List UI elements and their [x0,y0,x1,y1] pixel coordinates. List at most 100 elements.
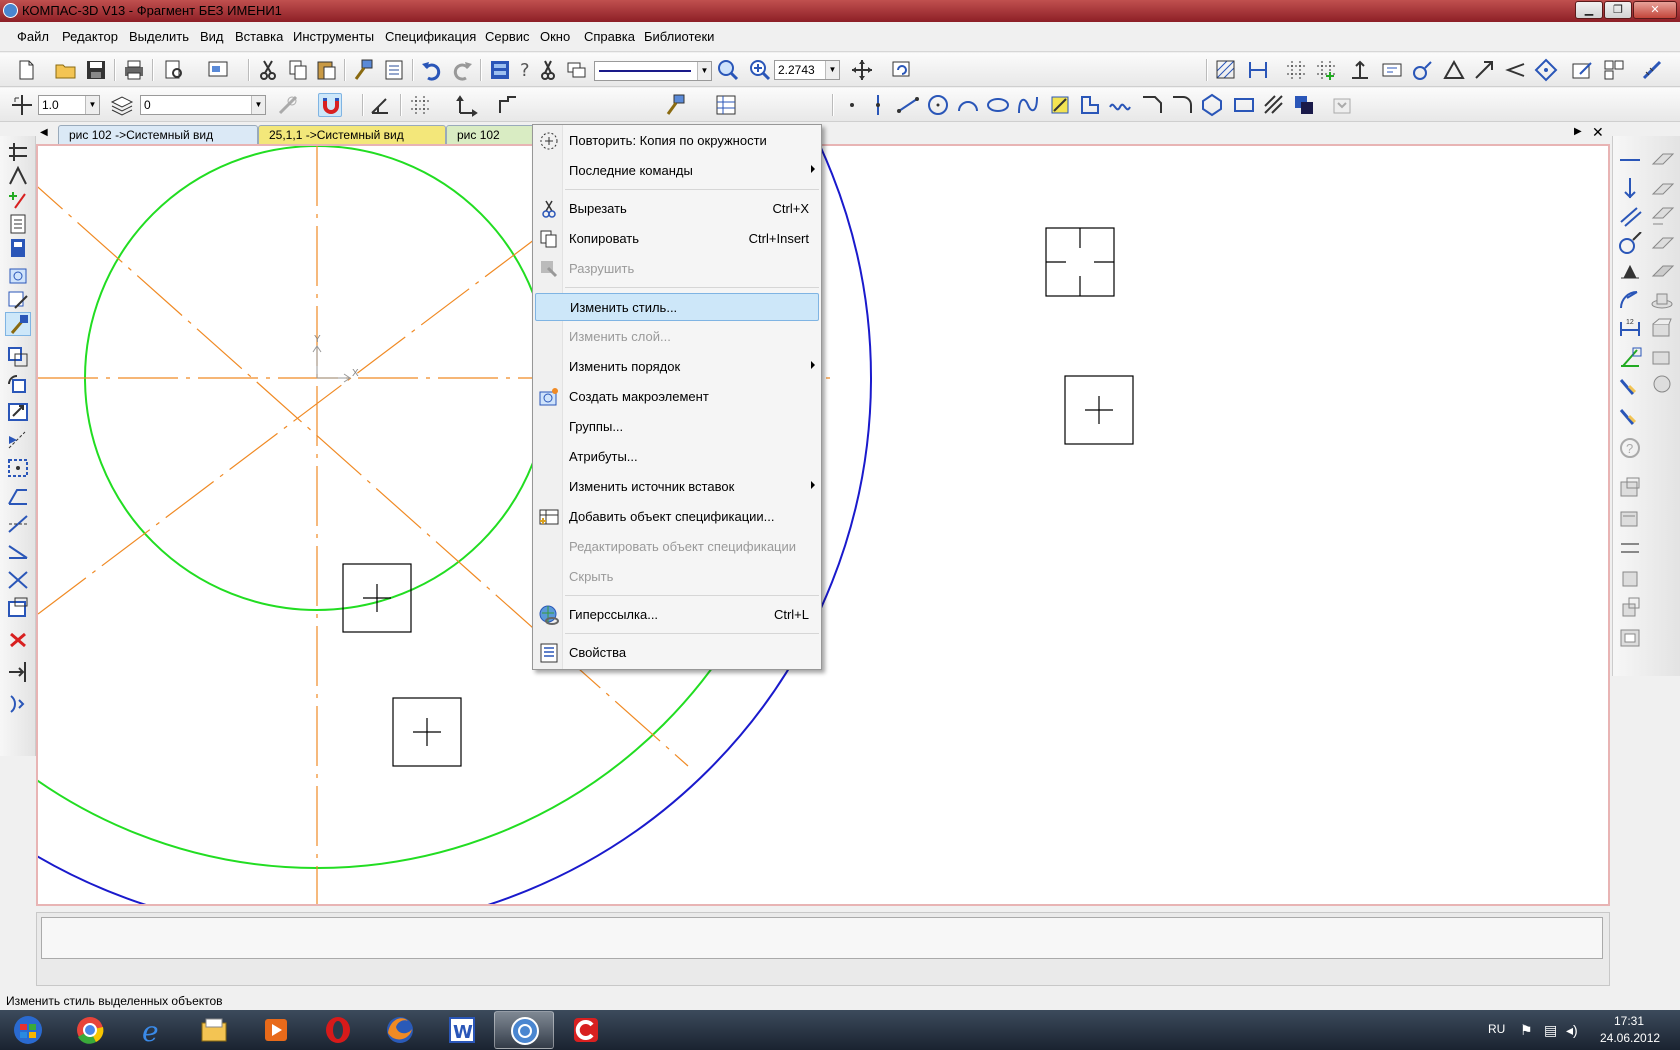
dimension-icon[interactable] [1246,58,1270,82]
parametrization-panel-icon[interactable] [5,236,31,260]
base-icon[interactable] [1442,58,1466,82]
print-preview-icon[interactable] [162,58,186,82]
menu-service[interactable]: Сервис [485,29,530,44]
new-document-icon[interactable] [14,58,38,82]
view-op-2-icon[interactable] [1617,506,1643,530]
insert-view-icon[interactable] [1602,58,1626,82]
taskbar-app-icon[interactable] [556,1011,616,1049]
vertical-line-icon[interactable] [1617,176,1643,200]
wave-line-icon[interactable] [1108,93,1132,117]
extend-icon[interactable] [5,660,31,684]
menu-insert[interactable]: Вставка [235,29,283,44]
move-icon[interactable] [5,344,31,368]
constraint-b-icon[interactable] [1617,406,1643,430]
fillet-tool-icon[interactable] [5,692,31,716]
ctx-repeat-copy-circle[interactable]: Повторить: Копия по окружности [535,127,819,155]
designations-panel-icon[interactable] [5,188,31,212]
ellipse-icon[interactable] [986,93,1010,117]
copy-tool-icon[interactable] [5,456,31,480]
menu-libraries[interactable]: Библиотеки [644,29,714,44]
3d-plane-2-icon[interactable] [1649,176,1675,200]
tab-25-1-1-system-view[interactable]: 25,1,1 ->Системный вид [258,125,446,144]
break-icon[interactable] [5,568,31,592]
fillet-icon[interactable] [1170,93,1194,117]
leader-icon[interactable] [1410,58,1434,82]
print-icon[interactable] [122,58,146,82]
selection-panel-icon[interactable] [5,288,31,312]
minimize-button[interactable]: ▁ [1575,1,1603,19]
ctx-change-order[interactable]: Изменить порядок [535,353,819,381]
zoom-value-input[interactable]: 2.2743 ▼ [774,60,840,80]
deform-icon[interactable] [5,484,31,508]
manager-icon[interactable] [206,58,230,82]
tab-close-icon[interactable]: ✕ [1592,124,1604,141]
scale-icon[interactable] [5,400,31,424]
menu-editor[interactable]: Редактор [62,29,118,44]
menu-help[interactable]: Справка [584,29,635,44]
tabs-scroll-right-icon[interactable]: ▶ [1574,126,1582,137]
snap-magnet-icon[interactable] [318,93,342,117]
local-cs-icon[interactable] [456,93,480,117]
edit-panel-icon[interactable] [5,212,31,236]
delete-part-icon[interactable] [5,628,31,652]
ctx-recent-commands[interactable]: Последние команды [535,157,819,185]
layer-stack-icon[interactable] [110,93,134,117]
view-op-1-icon[interactable] [1617,476,1643,500]
view-op-5-icon[interactable] [1617,596,1643,620]
fix-point-icon[interactable] [1617,260,1643,284]
view-op-3-icon[interactable] [1617,536,1643,560]
ctx-add-spec-object[interactable]: Добавить объект спецификации... [535,503,819,531]
measure-icon[interactable] [1640,58,1664,82]
properties-content[interactable] [41,917,1603,959]
clip-icon[interactable] [5,596,31,620]
fill-icon[interactable] [1292,93,1316,117]
ctx-change-style[interactable]: Изменить стиль... [535,293,819,321]
menu-view[interactable]: Вид [200,29,224,44]
roughness-icon[interactable] [1348,58,1372,82]
maximize-button[interactable]: ❐ [1604,1,1632,19]
tolerance-icon[interactable] [1534,58,1558,82]
edit-icon[interactable] [1570,58,1594,82]
volume-icon[interactable]: ◂) [1566,1022,1578,1039]
rectangle-icon[interactable] [1232,93,1256,117]
view-op-6-icon[interactable] [1617,626,1643,650]
menu-file[interactable]: Файл [17,29,49,44]
3d-plane-1-icon[interactable] [1649,148,1675,172]
ctx-copy[interactable]: Копировать Ctrl+Insert [535,225,819,253]
horizontal-line-icon[interactable] [1617,148,1643,172]
chamfer-icon[interactable] [1140,93,1164,117]
tabs-scroll-left-icon[interactable]: ◀ [40,127,48,138]
refresh-icon[interactable] [890,58,914,82]
grid-icon[interactable] [1284,58,1308,82]
ctx-attributes[interactable]: Атрибуты... [535,443,819,471]
ctx-change-insert-source[interactable]: Изменить источник вставок [535,473,819,501]
zoom-icon[interactable] [716,58,740,82]
zoom-in-icon[interactable] [748,58,772,82]
close-button[interactable]: ✕ [1633,1,1677,19]
point-icon[interactable] [840,93,864,117]
network-icon[interactable]: ▤ [1544,1022,1557,1039]
polyline-icon[interactable] [496,93,520,117]
constraint-help-icon[interactable]: ? [1617,436,1643,460]
layer-select[interactable]: 0 ▼ [140,95,266,115]
hatch-icon[interactable] [1214,58,1238,82]
3d-body-1-icon[interactable] [1649,288,1675,312]
start-button[interactable] [4,1011,54,1049]
format-brush-icon[interactable] [664,93,688,117]
taskbar-media-icon[interactable] [246,1011,306,1049]
paste-icon[interactable] [314,58,338,82]
taskbar-word-icon[interactable]: W [432,1011,492,1049]
polygon-icon[interactable] [1200,93,1224,117]
grid-plus-icon[interactable] [1314,58,1338,82]
tree-panel-icon[interactable] [488,58,512,82]
undo-icon[interactable] [420,58,444,82]
geometry-panel-icon[interactable] [5,140,31,164]
taskbar-chrome-icon[interactable] [60,1011,120,1049]
properties-icon[interactable] [382,58,406,82]
symmetry-icon[interactable] [5,428,31,452]
snap-point-icon[interactable] [10,93,34,117]
taskbar-firefox-icon[interactable] [370,1011,430,1049]
arrow-view-icon[interactable] [1472,58,1496,82]
help-question-icon[interactable]: ? [513,58,537,82]
menu-tools[interactable]: Инструменты [293,29,374,44]
